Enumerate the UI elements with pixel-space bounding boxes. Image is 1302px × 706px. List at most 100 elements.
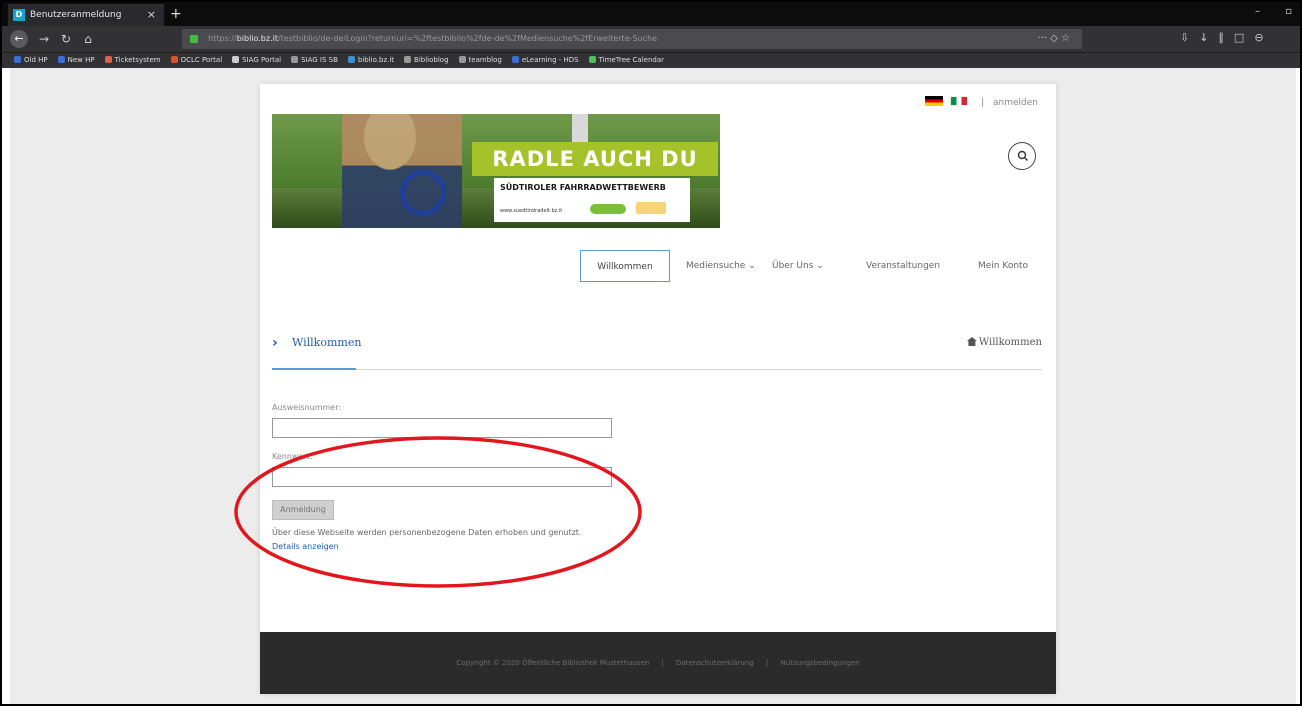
banner-cyclist: [342, 114, 462, 228]
banner-info-box: SÜDTIROLER FAHRRADWETTBEWERB www.suedtir…: [494, 178, 690, 222]
home-icon: [966, 337, 977, 346]
page-card: | anmelden RADLE AUCH DU MIT! SÜDTIROLER…: [260, 84, 1056, 694]
details-link[interactable]: Details anzeigen: [272, 542, 339, 551]
bookmark-item[interactable]: New HP: [57, 53, 95, 68]
divider: [272, 369, 1042, 370]
bookmark-icon: [104, 56, 112, 63]
back-arrow-icon[interactable]: ←: [10, 30, 28, 48]
banner-url: www.suedtirolradelt.bz.it: [500, 208, 563, 214]
home-nav-icon[interactable]: ⌂: [80, 31, 96, 47]
bookmark-icon: [458, 56, 466, 63]
bookmark-item[interactable]: biblio.bz.it: [347, 53, 395, 68]
minimize-icon[interactable]: –: [1255, 6, 1260, 17]
bookmark-label: Old HP: [24, 56, 48, 64]
url-host: biblio.bz.it: [236, 34, 278, 43]
bookmark-item[interactable]: SIAG IS SB: [291, 53, 338, 68]
bookmark-label: Biblioblog: [414, 56, 449, 64]
nav-item-mediensuche[interactable]: Mediensuche ⌄: [686, 250, 756, 282]
close-tab-icon[interactable]: ×: [147, 4, 156, 26]
bookmark-icon: [291, 56, 299, 63]
bookmark-item[interactable]: teamblog: [458, 53, 502, 68]
card-number-field[interactable]: [272, 418, 612, 438]
page-viewport: | anmelden RADLE AUCH DU MIT! SÜDTIROLER…: [10, 68, 1296, 704]
url-prefix: https://: [208, 34, 237, 43]
bookmark-item[interactable]: eLearning - HDS: [511, 53, 579, 68]
banner-subtitle: SÜDTIROLER FAHRRADWETTBEWERB: [500, 183, 666, 192]
screen: D Benutzeranmeldung × + – ▫ ← → ↻ ⌂ http…: [0, 0, 1302, 706]
bike-wheel: [400, 170, 446, 216]
bookmark-label: New HP: [67, 56, 95, 64]
toolbar-icons[interactable]: ⇩↓∥□⊖: [1180, 31, 1274, 44]
favicon-icon: D: [13, 9, 25, 21]
italian-flag-icon[interactable]: [950, 96, 969, 106]
footer: Copyright © 2020 Öffentliche Bibliothek …: [260, 632, 1056, 694]
bookmark-icon: [57, 56, 65, 63]
bookmark-label: SIAG Portal: [242, 56, 282, 64]
login-form: Ausweisnummer: Kennwort: Anmeldung: [272, 402, 672, 520]
bookmark-label: TimeTree Calendar: [598, 56, 665, 64]
password-field[interactable]: [272, 467, 612, 487]
maximize-icon[interactable]: ▫: [1285, 6, 1292, 17]
chevron-right-icon: ›: [272, 335, 278, 351]
window-controls: – ▫: [1233, 6, 1292, 17]
sponsor-logo: [636, 202, 666, 214]
bookmark-label: eLearning - HDS: [521, 56, 579, 64]
bookmark-icon: [232, 56, 240, 63]
nav-item-ueber-uns[interactable]: Über Uns ⌄: [772, 250, 824, 282]
bookmark-item[interactable]: Ticketsystem: [104, 53, 161, 68]
bookmark-label: biblio.bz.it: [357, 56, 395, 64]
bookmark-label: OCLC Portal: [180, 56, 223, 64]
bookmark-icon: [170, 56, 178, 63]
bookmark-item[interactable]: OCLC Portal: [170, 53, 223, 68]
tab-title: Benutzeranmeldung: [30, 10, 122, 20]
nav-item-willkommen[interactable]: Willkommen: [580, 250, 670, 282]
bookmark-label: SIAG IS SB: [301, 56, 338, 64]
footer-copyright: Copyright © 2020 Öffentliche Bibliothek …: [456, 659, 650, 667]
bookmarks-bar: Old HP New HP Ticketsystem OCLC Portal SIAG …: [2, 52, 1300, 68]
footer-terms-link[interactable]: Nutzungsbedingungen: [780, 659, 859, 667]
lock-icon: [190, 35, 198, 43]
bookmark-icon: [511, 56, 519, 63]
bookmark-icon: [347, 56, 355, 63]
privacy-notice: Über diese Webseite werden personenbezog…: [272, 528, 582, 537]
card-number-label: Ausweisnummer:: [272, 403, 342, 412]
url-path: /testbiblio/de-de/Login?returnurl=%2ftes…: [278, 34, 658, 43]
footer-privacy-link[interactable]: Datenschutzerklärung: [676, 659, 754, 667]
breadcrumb-label: Willkommen: [978, 337, 1042, 348]
bookmark-icon: [404, 56, 412, 63]
search-button[interactable]: [1008, 142, 1036, 170]
banner-title: RADLE AUCH DU MIT!: [472, 142, 718, 205]
banner-image: RADLE AUCH DU MIT! SÜDTIROLER FAHRRADWET…: [272, 114, 720, 228]
browser-nav-bar: ← → ↻ ⌂ https://biblio.bz.it/testbiblio/…: [2, 26, 1300, 52]
bookmark-item[interactable]: SIAG Portal: [232, 53, 281, 68]
bookmark-label: teamblog: [468, 56, 502, 64]
nav-item-mein-konto[interactable]: Mein Konto: [978, 250, 1028, 282]
reload-icon[interactable]: ↻: [58, 31, 74, 47]
bookmark-icon: [14, 56, 21, 63]
bookmark-label: Ticketsystem: [114, 56, 161, 64]
german-flag-icon[interactable]: [925, 96, 944, 106]
page-actions-icon[interactable]: ··· ◇ ☆: [1037, 29, 1070, 49]
bookmark-icon: [588, 56, 596, 63]
language-bar: | anmelden: [925, 96, 1038, 108]
nav-item-veranstaltungen[interactable]: Veranstaltungen: [866, 250, 940, 282]
address-bar[interactable]: https://biblio.bz.it/testbiblio/de-de/Lo…: [182, 29, 1082, 49]
breadcrumb[interactable]: Willkommen: [966, 334, 1042, 352]
bookmark-item[interactable]: Biblioblog: [404, 53, 449, 68]
bookmark-item[interactable]: Old HP: [14, 53, 48, 68]
separator: |: [661, 659, 664, 667]
separator: |: [981, 98, 985, 108]
search-icon: [1017, 150, 1028, 161]
bookmark-item[interactable]: TimeTree Calendar: [588, 53, 665, 68]
sponsor-logo: [590, 204, 626, 214]
login-link[interactable]: anmelden: [993, 98, 1038, 108]
new-tab-button[interactable]: +: [170, 4, 182, 24]
browser-tab-bar: D Benutzeranmeldung × + – ▫: [2, 2, 1300, 26]
forward-arrow-icon[interactable]: →: [36, 31, 52, 47]
page-title: Willkommen: [292, 336, 362, 349]
divider-accent: [272, 368, 356, 370]
page-header: › Willkommen Willkommen: [272, 334, 1042, 354]
login-button[interactable]: Anmeldung: [272, 500, 334, 520]
browser-tab[interactable]: D Benutzeranmeldung ×: [8, 4, 164, 26]
separator: |: [765, 659, 769, 667]
